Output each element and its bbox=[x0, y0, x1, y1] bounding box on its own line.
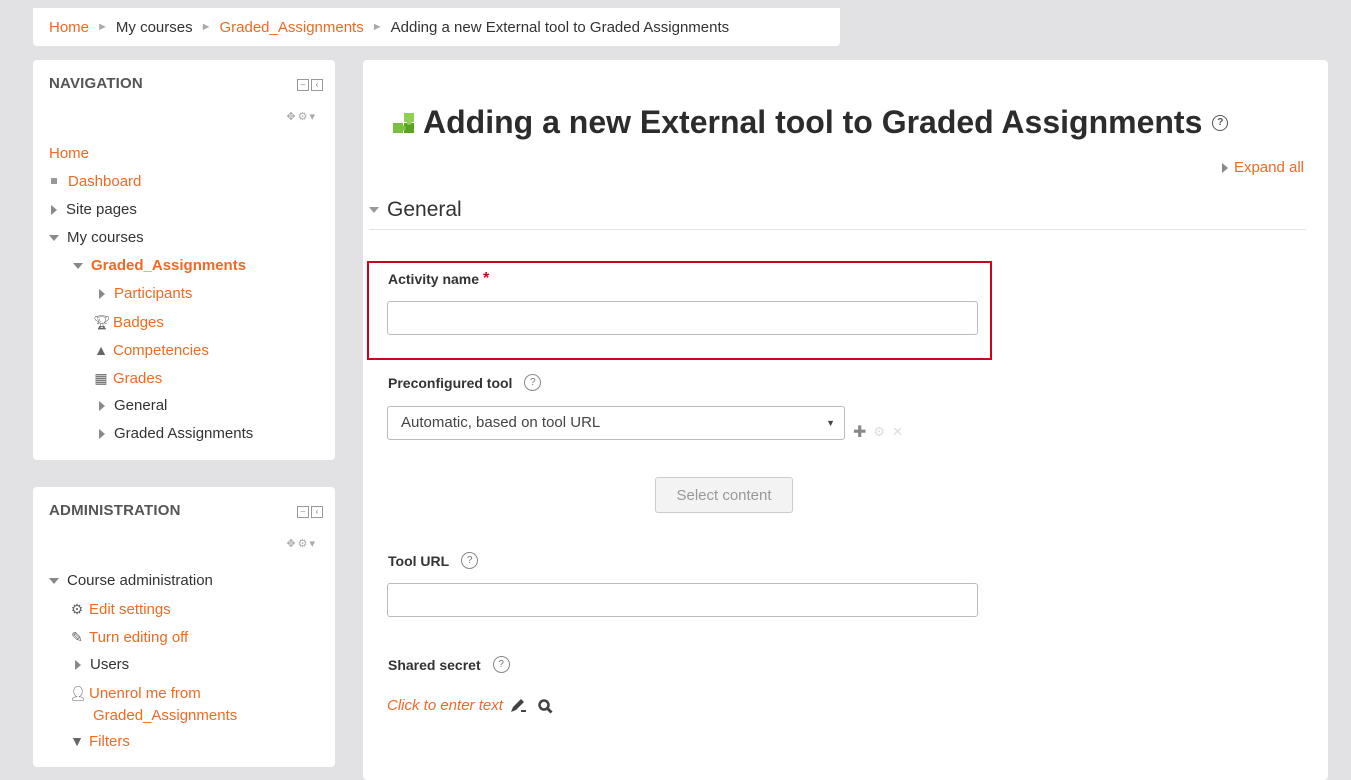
plus-icon[interactable]: ✚ bbox=[853, 422, 866, 442]
pencil-icon: ✎ bbox=[71, 629, 83, 645]
nav-item-graded-assignments[interactable]: Graded Assignments bbox=[49, 420, 253, 448]
chevron-down-icon[interactable] bbox=[49, 235, 59, 242]
dock-icon[interactable]: ‹ bbox=[311, 79, 323, 91]
nav-item-general[interactable]: General bbox=[49, 392, 253, 420]
tool-url-input[interactable] bbox=[387, 583, 978, 617]
administration-title: ADMINISTRATION bbox=[49, 502, 181, 519]
admin-item-filters[interactable]: ▼ Filters bbox=[49, 727, 237, 755]
chevron-right-icon[interactable] bbox=[99, 289, 105, 300]
nav-item-dashboard[interactable]: Dashboard bbox=[49, 168, 253, 196]
nav-item-badges[interactable]: 🏆︎ Badges bbox=[49, 308, 253, 336]
trophy-icon: 🏆︎ bbox=[93, 314, 111, 330]
nav-item-course[interactable]: Graded_Assignments bbox=[49, 252, 253, 280]
breadcrumb-home[interactable]: Home bbox=[49, 19, 89, 36]
collapse-icon[interactable]: – bbox=[297, 79, 309, 91]
section-general-header[interactable]: General bbox=[369, 191, 1306, 230]
block-actions: ✥⚙▾ bbox=[286, 110, 317, 123]
chevron-down-icon[interactable] bbox=[49, 578, 59, 585]
main-region: Adding a new External tool to Graded Ass… bbox=[363, 60, 1328, 780]
activity-name-label: Activity name * bbox=[388, 270, 490, 287]
block-controls: – ‹ bbox=[297, 79, 323, 91]
chevron-right-icon bbox=[1221, 163, 1228, 174]
block-actions: ✥⚙▾ bbox=[286, 537, 317, 550]
nav-item-home[interactable]: Home bbox=[49, 140, 253, 168]
preconfigured-tool-select[interactable]: Automatic, based on tool URL ▼ bbox=[387, 406, 845, 440]
close-icon[interactable]: ✕ bbox=[892, 424, 903, 440]
help-icon[interactable]: ? bbox=[461, 552, 479, 569]
administration-block: ADMINISTRATION – ‹ ✥⚙▾ Course administra… bbox=[33, 487, 335, 767]
chevron-right-icon[interactable] bbox=[99, 401, 105, 412]
dock-icon[interactable]: ‹ bbox=[311, 506, 323, 518]
page-title: Adding a new External tool to Graded Ass… bbox=[391, 104, 1229, 141]
section-general-title: General bbox=[387, 198, 462, 221]
gear-icon[interactable]: ⚙▾ bbox=[298, 111, 317, 123]
gear-icon[interactable]: ⚙▾ bbox=[298, 538, 317, 550]
navigation-block: NAVIGATION – ‹ ✥⚙▾ Home Dashboard Site p… bbox=[33, 60, 335, 460]
help-icon[interactable]: ? bbox=[524, 374, 542, 391]
preconfigured-tool-label: Preconfigured tool? bbox=[388, 374, 542, 391]
activity-name-input[interactable] bbox=[387, 301, 978, 335]
navigation-title: NAVIGATION bbox=[49, 75, 143, 92]
nav-item-my-courses[interactable]: My courses bbox=[49, 224, 253, 252]
breadcrumb-separator: ► bbox=[200, 21, 212, 33]
chevron-down-icon[interactable] bbox=[73, 263, 83, 270]
nav-item-competencies[interactable]: ▲ Competencies bbox=[49, 336, 253, 364]
admin-item-unenrol[interactable]: 👤︎ Unenrol me from Graded_Assignments bbox=[49, 679, 237, 727]
search-icon[interactable] bbox=[537, 698, 555, 714]
block-controls: – ‹ bbox=[297, 506, 323, 518]
breadcrumb-separator: ► bbox=[97, 21, 108, 33]
nav-item-grades[interactable]: ▦ Grades bbox=[49, 364, 253, 392]
admin-item-turn-editing-off[interactable]: ✎ Turn editing off bbox=[49, 623, 237, 651]
collapse-icon[interactable]: – bbox=[297, 506, 309, 518]
pencil-icon[interactable] bbox=[509, 698, 527, 714]
help-icon[interactable]: ? bbox=[1212, 114, 1229, 131]
nav-item-participants[interactable]: Participants bbox=[49, 280, 253, 308]
admin-item-course-admin[interactable]: Course administration bbox=[49, 567, 237, 595]
required-marker: * bbox=[483, 270, 490, 287]
shared-secret-label: Shared secret? bbox=[388, 656, 510, 673]
move-icon[interactable]: ✥ bbox=[286, 111, 297, 123]
chevron-right-icon[interactable] bbox=[75, 660, 81, 671]
move-icon[interactable]: ✥ bbox=[286, 538, 297, 550]
competencies-icon: ▲ bbox=[94, 342, 108, 358]
breadcrumb-separator: ► bbox=[371, 21, 383, 33]
chevron-right-icon[interactable] bbox=[51, 205, 57, 216]
chevron-right-icon[interactable] bbox=[99, 429, 105, 440]
shared-secret-editable[interactable]: Click to enter text bbox=[387, 697, 555, 714]
breadcrumb-my-courses[interactable]: My courses bbox=[116, 19, 193, 36]
gear-icon: ⚙ bbox=[70, 601, 84, 617]
expand-all-link[interactable]: Expand all bbox=[1220, 159, 1304, 176]
grades-icon: ▦ bbox=[94, 370, 108, 386]
admin-item-users[interactable]: Users bbox=[49, 651, 237, 679]
nav-item-site-pages[interactable]: Site pages bbox=[49, 196, 253, 224]
tool-actions: ✚ ⚙ ✕ bbox=[853, 422, 903, 442]
page-title-text: Adding a new External tool to Graded Ass… bbox=[423, 104, 1203, 140]
filter-icon: ▼ bbox=[70, 733, 84, 749]
select-content-button[interactable]: Select content bbox=[655, 477, 793, 513]
bullet-icon bbox=[51, 178, 57, 185]
breadcrumb-current: Adding a new External tool to Graded Ass… bbox=[390, 18, 730, 36]
puzzle-icon bbox=[393, 112, 414, 133]
admin-item-edit-settings[interactable]: ⚙ Edit settings bbox=[49, 595, 237, 623]
caret-down-icon: ▼ bbox=[826, 418, 835, 428]
navigation-tree: Home Dashboard Site pages My courses Gra… bbox=[49, 140, 253, 448]
administration-tree: Course administration ⚙ Edit settings ✎ Tu… bbox=[49, 567, 237, 755]
tool-url-label: Tool URL? bbox=[388, 552, 479, 569]
user-icon: 👤︎ bbox=[69, 685, 87, 701]
help-icon[interactable]: ? bbox=[492, 656, 510, 673]
breadcrumb-course[interactable]: Graded_Assignments bbox=[219, 19, 363, 36]
breadcrumb: Home ► My courses ► Graded_Assignments ►… bbox=[33, 8, 840, 46]
chevron-down-icon bbox=[369, 207, 379, 213]
gear-icon[interactable]: ⚙ bbox=[873, 424, 885, 440]
